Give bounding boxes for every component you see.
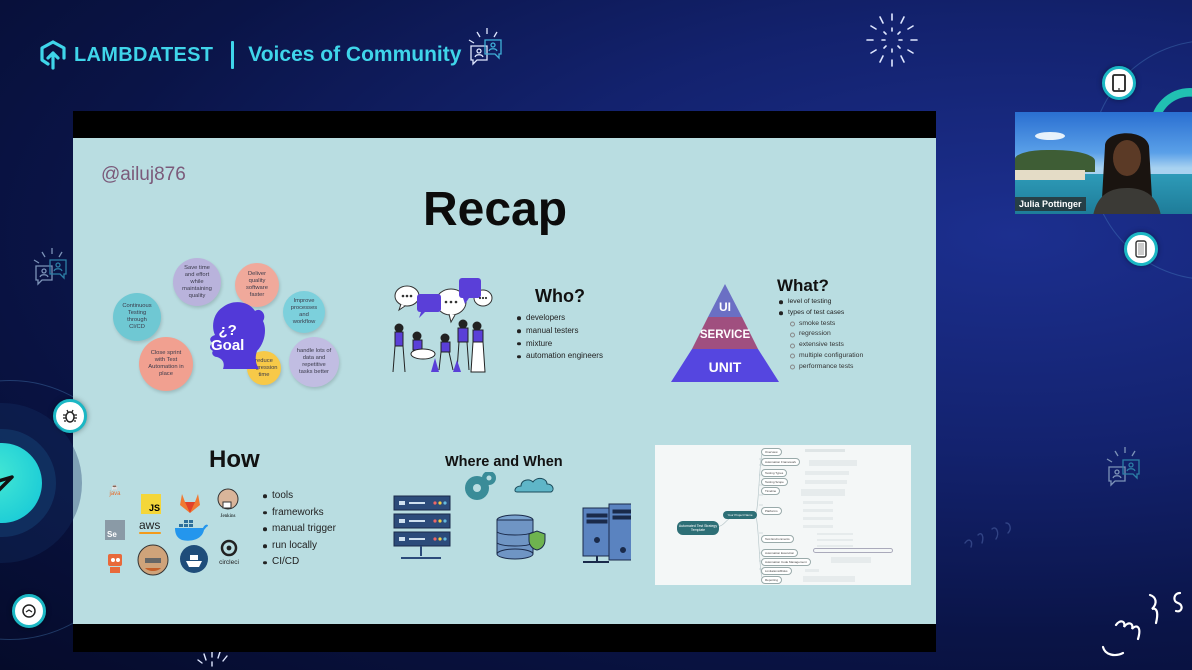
what-item: level of testing [779, 297, 863, 308]
circleci-logo-icon: circleci [219, 539, 239, 566]
java-logo-icon: ☕ java [109, 485, 121, 497]
phone-icon [1135, 240, 1147, 258]
sparkle-burst [866, 13, 918, 67]
what-title: What? [777, 276, 829, 295]
pyramid-label-ui: UI [719, 300, 731, 314]
header-divider [231, 41, 235, 69]
speaker-video[interactable]: Julia Pottinger [1015, 112, 1192, 214]
robot-framework-logo-icon [108, 554, 122, 573]
mindmap-branch: Reporting [761, 576, 783, 584]
goal-bubble: Save time and effort while maintaining q… [173, 258, 221, 306]
speaker-avatar [1093, 133, 1161, 214]
event-branding: LAMBDATEST Voices of Community [38, 28, 509, 72]
mindmap-branch: Platforms [761, 507, 782, 515]
how-item: manual trigger [263, 521, 336, 538]
javascript-logo-icon: JS [141, 494, 161, 514]
pyramid-label-unit: UNIT [709, 359, 742, 375]
cloud-icon [514, 477, 554, 493]
chat-people-icon [469, 28, 503, 66]
what-sub-item: extensive tests [779, 340, 863, 351]
event-title: Voices of Community [248, 43, 462, 66]
who-item: automation engineers [517, 350, 603, 363]
who-item: manual testers [517, 325, 603, 338]
how-list: tools frameworks manual trigger run loca… [263, 488, 336, 571]
tablet-button[interactable] [1102, 66, 1136, 100]
how-item: frameworks [263, 505, 336, 522]
goal-bubble: Close sprint with Test Automation in pla… [139, 337, 193, 391]
mindmap-branch: Testing Types [761, 469, 788, 477]
aws-logo-icon: aws [139, 518, 161, 534]
tool-logos: ☕ java JS Jenkins Se aws circleci [101, 480, 251, 580]
clock-button[interactable] [12, 594, 46, 628]
send-arrow-icon [0, 475, 14, 492]
who-item: developers [517, 312, 603, 325]
where-when-title: Where and When [445, 454, 563, 470]
pyramid-label-service: SERVICE [700, 329, 751, 341]
goal-bubble: Improve processes and workflow [283, 291, 325, 333]
mindmap-branch: Overview [761, 448, 782, 456]
what-sub-item: regression [779, 329, 863, 340]
lambdatest-logo-icon [40, 40, 66, 70]
mindmap-branch: Test Environments [761, 535, 794, 543]
shield-icon [528, 530, 546, 551]
jenkins-logo-icon: Jenkins [217, 488, 239, 518]
mindmap-branch: Automation Execution [761, 549, 799, 557]
infrastructure-illustration [393, 472, 631, 563]
mindmap-notes [801, 449, 905, 582]
handwriting-scribble [1101, 591, 1183, 657]
handwriting-scribble [964, 522, 1011, 548]
svg-text:Jenkins: Jenkins [221, 514, 236, 518]
mindmap-branch: Limitations/Risks [761, 567, 792, 575]
goal-bubble: handle lots of data and repetitive tasks… [289, 337, 339, 387]
selenium-logo-icon: Se [105, 520, 125, 540]
slide-title: Recap [423, 183, 568, 236]
tablet-icon [1112, 74, 1126, 92]
clock-icon [22, 604, 36, 618]
gear-icon [465, 472, 496, 500]
docker-logo-icon [175, 520, 208, 541]
server-tower-icon [582, 503, 631, 561]
test-strategy-mindmap: Automated Test Strategy Template Your Pr… [655, 445, 911, 585]
mindmap-root: Automated Test Strategy Template [677, 521, 719, 535]
who-list: developers manual testers mixture automa… [517, 312, 603, 363]
mindmap-branch: Timeline [761, 487, 781, 495]
ship-logo-icon [180, 545, 208, 573]
svg-text:circleci: circleci [219, 559, 239, 566]
people-discussion-illustration [392, 278, 493, 373]
what-sub-item: multiple configuration [779, 351, 863, 362]
goal-diagram: Continuous Testing through CI/CD Save ti… [103, 253, 353, 393]
mindmap-branch: Automation Code Management [761, 558, 811, 566]
how-item: run locally [263, 538, 336, 555]
author-handle: @ailuj876 [101, 164, 186, 185]
chat-people-icon [1106, 447, 1140, 487]
bug-icon [63, 409, 77, 423]
shared-screen: @ailuj876 Recap Continuous Testing throu… [73, 111, 936, 652]
how-item: CI/CD [263, 554, 336, 571]
chat-people-icon [33, 248, 67, 286]
what-list: level of testing types of test cases smo… [779, 297, 863, 373]
bug-button[interactable] [53, 399, 87, 433]
brand-name: LAMBDATEST [74, 43, 214, 66]
who-title: Who? [535, 286, 585, 306]
who-item: mixture [517, 338, 603, 351]
what-item: types of test cases [779, 308, 863, 319]
how-title: How [209, 446, 260, 473]
mindmap-branch: Testing Scope [761, 478, 788, 486]
how-item: tools [263, 488, 336, 505]
mindmap-hub: Your Project Name [723, 511, 757, 519]
goal-bubble: Continuous Testing through CI/CD [113, 293, 161, 341]
what-sub-item: performance tests [779, 362, 863, 373]
goal-label: ¿? Goal [211, 322, 245, 354]
mindmap-branch: Automation Framework [761, 458, 801, 466]
gitlab-logo-icon [180, 494, 200, 513]
speaker-name: Julia Pottinger [1015, 197, 1086, 211]
database-icon [496, 514, 534, 560]
phone-button[interactable] [1124, 232, 1158, 266]
testing-pyramid: UI SERVICE UNIT [671, 284, 779, 382]
travis-ci-logo-icon [137, 544, 169, 576]
presentation-slide: @ailuj876 Recap Continuous Testing throu… [73, 138, 936, 624]
launch-button[interactable] [0, 443, 42, 523]
what-sub-item: smoke tests [779, 319, 863, 330]
